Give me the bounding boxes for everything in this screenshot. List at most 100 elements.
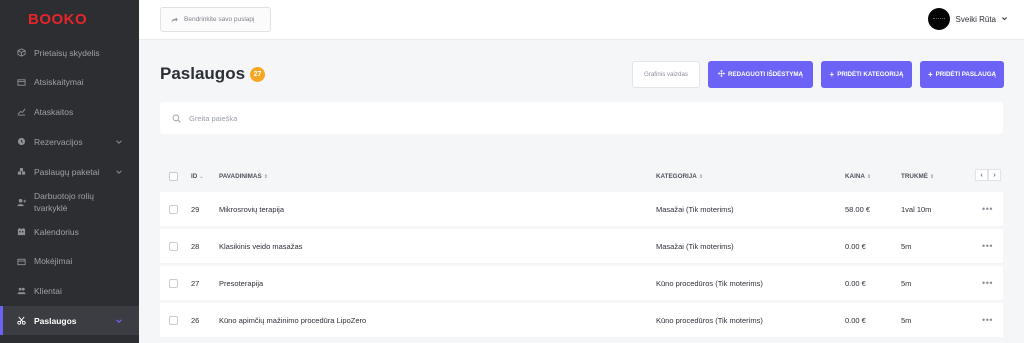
share-page-button[interactable]: Bendrinkite savo puslapį bbox=[160, 7, 271, 32]
row-name: Mikrosrovių terapija bbox=[219, 204, 285, 214]
card-icon bbox=[16, 77, 26, 87]
add-category-button[interactable]: + PRIDĖTI KATEGORIJĄ bbox=[821, 61, 912, 88]
add-service-button[interactable]: + PRIDĖTI PASLAUGĄ bbox=[920, 61, 1004, 88]
sidebar-item-label: Prietaisų skydelis bbox=[34, 47, 100, 58]
more-options-icon[interactable]: ••• bbox=[961, 315, 1003, 325]
chevron-down-icon bbox=[115, 138, 123, 146]
sidebar-item-dashboard[interactable]: Prietaisų skydelis bbox=[0, 38, 139, 68]
sort-down-icon: ⌄ bbox=[199, 173, 204, 180]
sort-icon: ⇕ bbox=[866, 173, 872, 180]
sidebar-item-payments[interactable]: Mokėjimai bbox=[0, 247, 139, 277]
column-category[interactable]: KATEGORIJA ⇕ bbox=[656, 173, 845, 180]
cube-icon bbox=[16, 48, 26, 58]
row-name: Kūno apimčių mažinimo procedūra LipoZero bbox=[219, 315, 367, 325]
row-category: Masažai (Tik moterims) bbox=[656, 204, 734, 214]
graphic-view-button[interactable]: Grafinis vaizdas bbox=[632, 61, 700, 88]
column-name[interactable]: PAVADINIMAS ⇕ bbox=[219, 173, 656, 180]
chevron-right-icon[interactable]: › bbox=[988, 169, 1001, 181]
table-row[interactable]: 28 Klasikinis veido masažas Masažai (Tik… bbox=[160, 229, 1003, 263]
scissors-icon bbox=[16, 316, 26, 326]
row-price: 0.00 € bbox=[845, 278, 866, 288]
search-input[interactable] bbox=[189, 113, 789, 123]
sidebar-item-calendar[interactable]: Kalendorius bbox=[0, 217, 139, 247]
clock-icon bbox=[16, 137, 26, 147]
sidebar-item-label: Ataskaitos bbox=[34, 106, 74, 117]
sort-icon: ⇕ bbox=[263, 173, 268, 180]
select-all-cell bbox=[160, 171, 191, 181]
topbar: Bendrinkite savo puslapį Sveiki Rūta bbox=[139, 0, 1024, 40]
row-duration: 5m bbox=[901, 315, 912, 325]
user-plus-icon bbox=[16, 197, 26, 207]
table-row[interactable]: 26 Kūno apimčių mažinimo procedūra LipoZ… bbox=[160, 303, 1003, 337]
sidebar-nav: Prietaisų skydelis Atsiskaitymai Ataskai… bbox=[0, 38, 139, 336]
plus-icon: + bbox=[927, 70, 933, 79]
table-row[interactable]: 29 Mikrosrovių terapija Masažai (Tik mot… bbox=[160, 192, 1003, 226]
user-greeting: Sveiki Rūta bbox=[955, 14, 996, 24]
user-menu[interactable]: Sveiki Rūta bbox=[927, 8, 1008, 30]
sidebar-item-service-packages[interactable]: Paslaugų paketai bbox=[0, 156, 139, 187]
sidebar-item-label: Atsiskaitymai bbox=[34, 77, 84, 88]
row-checkbox[interactable] bbox=[169, 204, 178, 214]
chevron-left-icon[interactable]: ‹ bbox=[975, 169, 988, 181]
row-id: 27 bbox=[191, 278, 200, 288]
page-title: Paslaugos 27 bbox=[160, 64, 266, 84]
services-table: ID ⌄ PAVADINIMAS ⇕ KATEGORIJA ⇕ KAINA ⇕ TRUK… bbox=[160, 160, 1003, 340]
row-id: 26 bbox=[191, 315, 200, 325]
count-badge: 27 bbox=[250, 66, 266, 82]
row-price: 0.00 € bbox=[845, 315, 866, 325]
sidebar-item-label: Darbuotojo rolių tvarkyklė bbox=[34, 191, 95, 214]
avatar[interactable] bbox=[927, 8, 950, 30]
add-category-label: PRIDĖTI KATEGORIJĄ bbox=[837, 71, 904, 78]
search-icon bbox=[172, 114, 181, 123]
table-header: ID ⌄ PAVADINIMAS ⇕ KATEGORIJA ⇕ KAINA ⇕ TRUK… bbox=[160, 160, 1003, 192]
sidebar-item-reports[interactable]: Ataskaitos bbox=[0, 97, 139, 127]
booko-logo[interactable]: BOOKO bbox=[0, 0, 139, 38]
row-price: 58.00 € bbox=[845, 204, 871, 214]
more-options-icon[interactable]: ••• bbox=[961, 204, 1003, 214]
row-checkbox[interactable] bbox=[169, 278, 178, 288]
sidebar-item-label: Mokėjimai bbox=[34, 256, 73, 267]
box-icon bbox=[16, 167, 26, 177]
row-name: Klasikinis veido masažas bbox=[219, 241, 303, 251]
chevron-down-icon bbox=[115, 317, 123, 325]
row-checkbox[interactable] bbox=[169, 315, 178, 325]
wallet-icon bbox=[16, 256, 26, 266]
sidebar-item-label: Paslaugų paketai bbox=[34, 166, 100, 177]
sidebar-item-label: Kalendorius bbox=[34, 226, 79, 237]
sidebar-item-services[interactable]: Paslaugos bbox=[0, 305, 139, 336]
sidebar-item-payments-settlements[interactable]: Atsiskaitymai bbox=[0, 68, 139, 98]
plus-icon: + bbox=[829, 70, 835, 79]
row-duration: 5m bbox=[901, 278, 912, 288]
more-options-icon[interactable]: ••• bbox=[961, 241, 1003, 251]
move-icon bbox=[718, 70, 725, 79]
row-duration: 5m bbox=[901, 241, 912, 251]
row-id: 29 bbox=[191, 204, 200, 214]
column-price[interactable]: KAINA ⇕ bbox=[845, 173, 901, 180]
column-id[interactable]: ID ⌄ bbox=[191, 173, 219, 180]
row-category: Masažai (Tik moterims) bbox=[656, 241, 734, 251]
chevron-down-icon bbox=[1001, 15, 1008, 24]
row-category: Kūno procedūros (Tik moterims) bbox=[656, 315, 763, 325]
row-category: Kūno procedūros (Tik moterims) bbox=[656, 278, 763, 288]
table-row[interactable]: 27 Presoterapija Kūno procedūros (Tik mo… bbox=[160, 266, 1003, 300]
row-duration: 1val 10m bbox=[901, 204, 932, 214]
sidebar-item-role-manager[interactable]: Darbuotojo rolių tvarkyklė bbox=[0, 187, 139, 217]
more-options-icon[interactable]: ••• bbox=[961, 278, 1003, 288]
sidebar-item-clients[interactable]: Klientai bbox=[0, 276, 139, 306]
header-actions: Grafinis vaizdas REDAGUOTI IŠDĖSTYMĄ + P… bbox=[632, 61, 1004, 88]
column-duration[interactable]: TRUKMĖ ⇕ bbox=[901, 173, 961, 180]
sidebar-item-label: Rezervacijos bbox=[34, 136, 83, 147]
sort-icon: ⇕ bbox=[929, 173, 935, 180]
page-title-text: Paslaugos bbox=[160, 64, 246, 83]
users-icon bbox=[16, 286, 26, 296]
edit-layout-button[interactable]: REDAGUOTI IŠDĖSTYMĄ bbox=[708, 61, 813, 88]
edit-layout-label: REDAGUOTI IŠDĖSTYMĄ bbox=[728, 71, 803, 78]
add-service-label: PRIDĖTI PASLAUGĄ bbox=[935, 71, 997, 78]
row-checkbox[interactable] bbox=[169, 241, 178, 251]
search-bar bbox=[160, 102, 1003, 134]
select-all-checkbox[interactable] bbox=[169, 171, 178, 181]
row-name: Presoterapija bbox=[219, 278, 264, 288]
sidebar-item-label: Klientai bbox=[34, 285, 62, 296]
column-pager: ‹ › bbox=[975, 169, 1001, 181]
sidebar-item-reservations[interactable]: Rezervacijos bbox=[0, 127, 139, 157]
